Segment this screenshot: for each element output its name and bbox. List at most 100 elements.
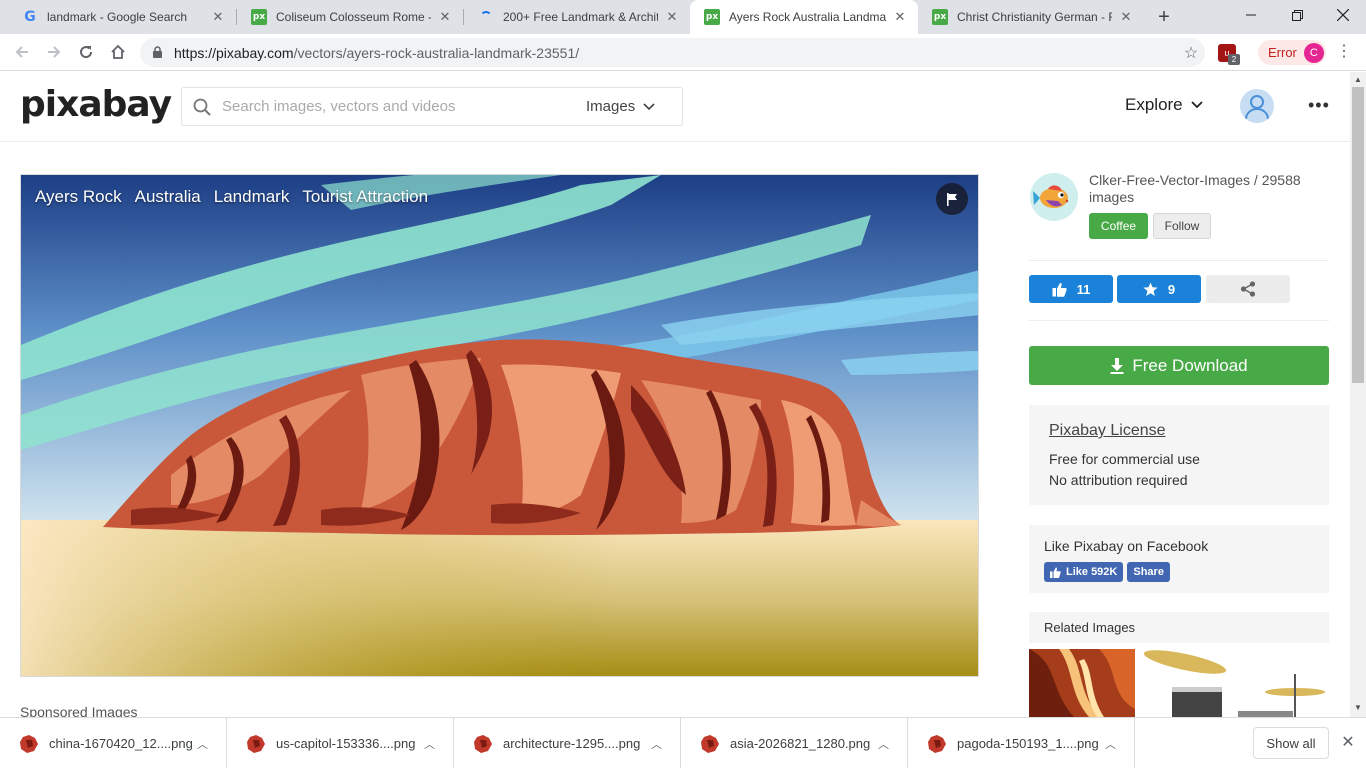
forward-button[interactable]	[40, 38, 68, 66]
pixabay-icon: px	[932, 9, 948, 25]
fish-avatar-icon	[1030, 173, 1078, 221]
chevron-up-icon[interactable]: ︿	[878, 736, 894, 752]
download-item[interactable]: china-1670420_12....png ︿	[0, 718, 227, 768]
search-bar: Images	[181, 87, 683, 126]
image-tags: Ayers Rock Australia Landmark Tourist At…	[35, 187, 428, 207]
explore-menu[interactable]: Explore	[1125, 95, 1203, 115]
report-flag-button[interactable]	[936, 183, 968, 215]
license-box: Pixabay License Free for commercial use …	[1029, 405, 1329, 505]
close-tab-icon[interactable]: ✕	[664, 9, 680, 25]
thumbs-up-icon	[1050, 567, 1061, 578]
back-button[interactable]	[8, 38, 36, 66]
home-icon	[111, 44, 125, 59]
restore-button[interactable]	[1274, 0, 1320, 30]
url-text[interactable]: https://pixabay.com/vectors/ayers-rock-a…	[174, 45, 1177, 61]
extension-badge: 2	[1228, 54, 1240, 65]
download-filename: us-capitol-153336....png	[276, 736, 416, 751]
facebook-box: Like Pixabay on Facebook Like 592K Share	[1029, 525, 1329, 593]
image-file-icon	[247, 734, 265, 753]
related-image-thumbnail[interactable]	[1029, 649, 1135, 717]
close-tab-icon[interactable]: ✕	[437, 9, 453, 25]
search-input[interactable]	[222, 98, 586, 115]
drum-kit-thumbnail-image	[1140, 649, 1330, 717]
tab-title: Ayers Rock Australia Landmark	[729, 10, 886, 24]
scroll-down-arrow-icon[interactable]: ▼	[1354, 703, 1362, 712]
download-item[interactable]: us-capitol-153336....png ︿	[227, 718, 454, 768]
sponsored-images-label: Sponsored Images	[20, 704, 138, 717]
author-name-link[interactable]: Clker-Free-Vector-Images / 29588 images	[1089, 172, 1329, 206]
chevron-down-icon	[643, 102, 655, 110]
chevron-up-icon[interactable]: ︿	[1105, 736, 1121, 752]
coffee-button[interactable]: Coffee	[1089, 213, 1148, 239]
follow-button[interactable]: Follow	[1153, 213, 1211, 239]
address-bar[interactable]: https://pixabay.com/vectors/ayers-rock-a…	[140, 38, 1205, 67]
chevron-up-icon[interactable]: ︿	[197, 736, 213, 752]
page-scrollbar[interactable]: ▲ ▼	[1350, 72, 1366, 717]
profile-error-chip[interactable]: Error C	[1258, 40, 1326, 65]
facebook-like-button[interactable]: Like 592K	[1044, 562, 1124, 582]
download-item[interactable]: asia-2026821_1280.png ︿	[681, 718, 908, 768]
close-window-button[interactable]	[1320, 0, 1366, 30]
divider	[1029, 320, 1329, 321]
back-arrow-icon	[15, 46, 28, 58]
tag-link[interactable]: Landmark	[214, 187, 290, 207]
download-filename: asia-2026821_1280.png	[730, 736, 871, 751]
close-tab-icon[interactable]: ✕	[210, 9, 226, 25]
license-line: Free for commercial use	[1049, 451, 1200, 467]
search-type-dropdown[interactable]: Images	[586, 98, 682, 115]
author-avatar[interactable]	[1030, 173, 1078, 221]
download-item[interactable]: architecture-1295....png ︿	[454, 718, 681, 768]
download-filename: architecture-1295....png	[503, 736, 641, 751]
share-button[interactable]	[1206, 275, 1290, 303]
minimize-button[interactable]	[1228, 0, 1274, 30]
like-button[interactable]: 11	[1029, 275, 1113, 303]
url-path: /vectors/ayers-rock-australia-landmark-2…	[293, 44, 580, 61]
site-header: pixabay Images Explore •••	[0, 72, 1350, 142]
tag-link[interactable]: Ayers Rock	[35, 187, 122, 207]
user-avatar[interactable]	[1240, 89, 1274, 123]
chevron-up-icon[interactable]: ︿	[651, 736, 667, 752]
download-item[interactable]: pagoda-150193_1....png ︿	[908, 718, 1135, 768]
browser-tab[interactable]: px Christ Christianity German - Fr ✕	[918, 0, 1144, 34]
pixabay-icon: px	[704, 9, 720, 25]
close-tab-icon[interactable]: ✕	[1118, 9, 1134, 25]
free-download-button[interactable]: Free Download	[1029, 346, 1329, 385]
bookmark-star-icon[interactable]: ☆	[1177, 43, 1205, 63]
show-all-downloads-button[interactable]: Show all	[1253, 727, 1329, 759]
browser-tab[interactable]: G landmark - Google Search ✕	[8, 0, 236, 34]
thumbs-up-icon	[1052, 282, 1067, 297]
pixabay-icon: px	[251, 9, 267, 25]
home-button[interactable]	[104, 38, 132, 66]
tag-link[interactable]: Tourist Attraction	[302, 187, 428, 207]
browser-tab-active[interactable]: px Ayers Rock Australia Landmark ✕	[690, 0, 918, 34]
related-image-thumbnail[interactable]	[1140, 649, 1330, 717]
scrollbar-thumb[interactable]	[1352, 87, 1364, 383]
chevron-up-icon[interactable]: ︿	[424, 736, 440, 752]
close-icon[interactable]: ✕	[1338, 733, 1358, 753]
google-g-icon: G	[24, 9, 36, 25]
main-image[interactable]: Ayers Rock Australia Landmark Tourist At…	[20, 174, 979, 677]
download-icon	[1110, 357, 1124, 374]
lock-icon	[152, 46, 166, 60]
facebook-share-button[interactable]: Share	[1127, 562, 1170, 582]
browser-toolbar: https://pixabay.com/vectors/ayers-rock-a…	[0, 34, 1366, 71]
browser-tab[interactable]: px Coliseum Colosseum Rome - F ✕	[237, 0, 463, 34]
url-host: https://pixabay.com	[174, 44, 294, 61]
facebook-like-label: Like 592K	[1066, 566, 1118, 578]
close-tab-icon[interactable]: ✕	[892, 9, 908, 25]
tag-link[interactable]: Australia	[135, 187, 201, 207]
scroll-up-arrow-icon[interactable]: ▲	[1354, 75, 1362, 84]
browser-menu-icon[interactable]: ⋮	[1334, 42, 1354, 62]
image-file-icon	[701, 734, 719, 753]
pixabay-logo[interactable]: pixabay	[20, 84, 172, 125]
search-icon[interactable]	[182, 98, 222, 116]
download-shelf: china-1670420_12....png ︿ us-capitol-153…	[0, 717, 1366, 768]
browser-tab[interactable]: 200+ Free Landmark & Archite ✕	[464, 0, 690, 34]
favorite-button[interactable]: 9	[1117, 275, 1201, 303]
reload-button[interactable]	[72, 38, 100, 66]
search-type-label: Images	[586, 98, 636, 115]
flag-icon	[947, 192, 957, 206]
new-tab-button[interactable]: +	[1153, 6, 1175, 28]
license-link[interactable]: Pixabay License	[1049, 422, 1309, 440]
more-options-icon[interactable]: •••	[1308, 95, 1330, 116]
